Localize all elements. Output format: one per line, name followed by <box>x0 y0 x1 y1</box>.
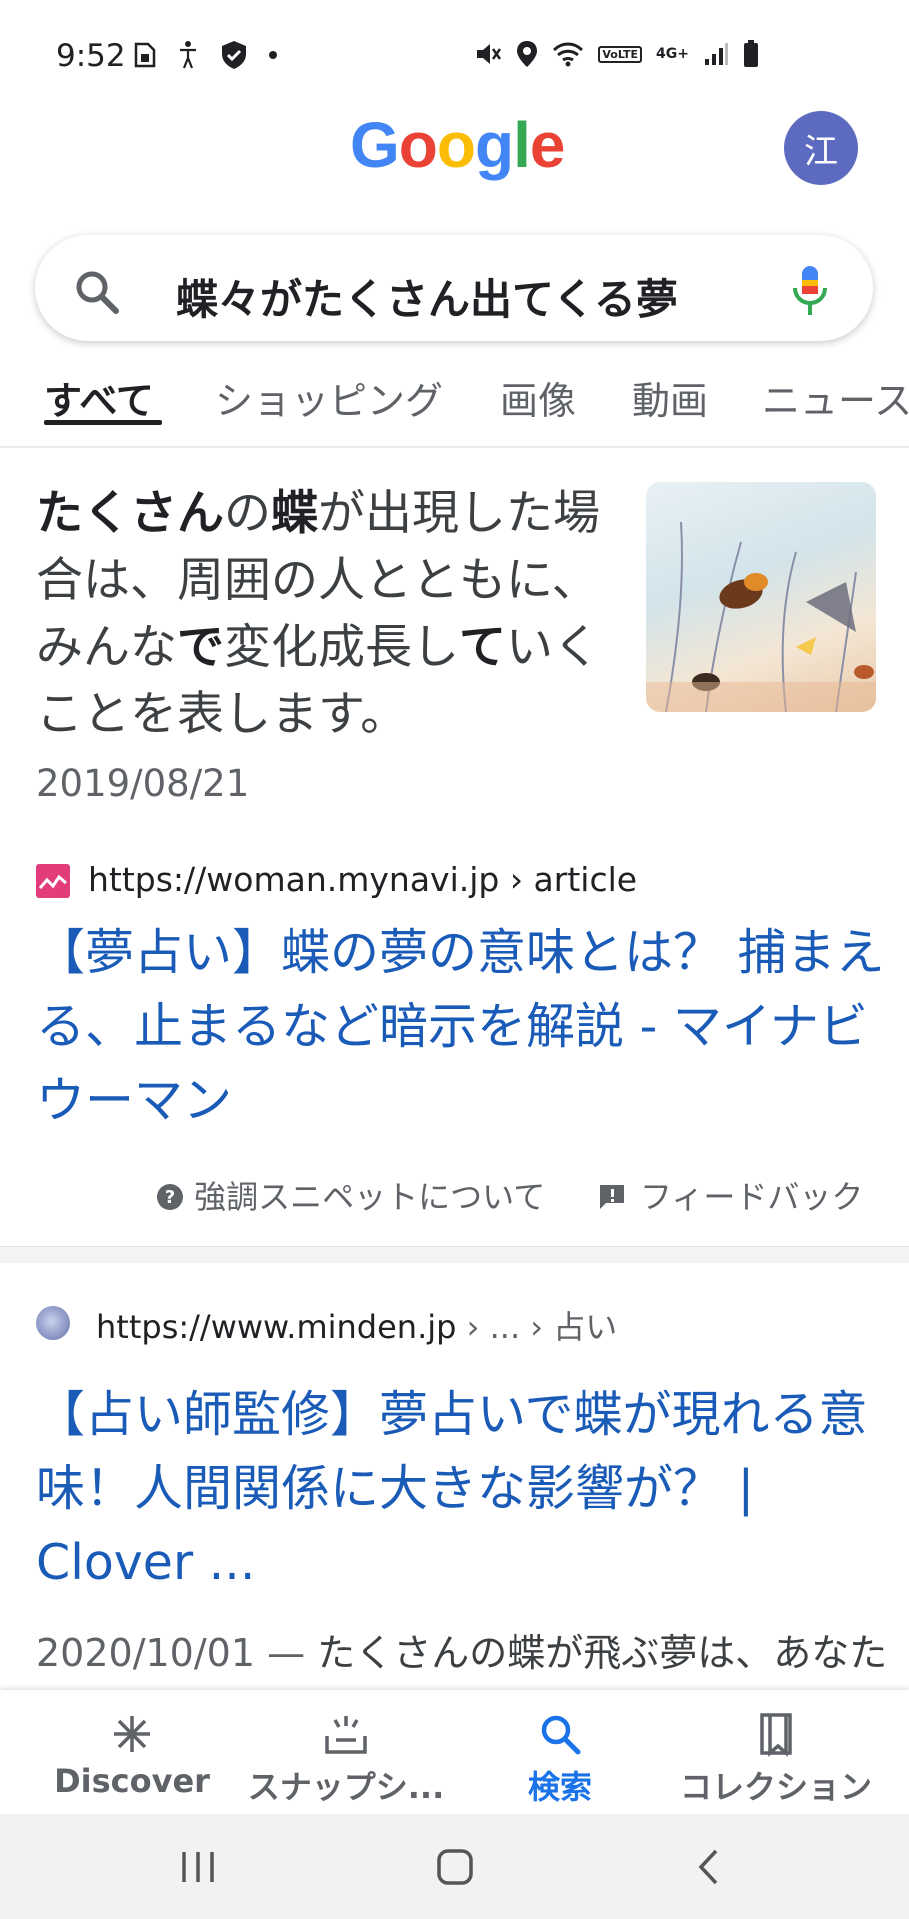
collections-icon <box>760 1713 792 1757</box>
result-dash: — <box>255 1631 318 1675</box>
result-domain: https://www.minden.jp <box>96 1308 457 1346</box>
mic-icon[interactable] <box>790 262 830 320</box>
nav-collections-label: コレクション <box>679 1768 872 1806</box>
results-separator <box>0 1246 909 1263</box>
result-date: 2020/10/01 <box>36 1631 256 1675</box>
result-breadcrumb: › ... › 占い <box>466 1308 618 1346</box>
minden-favicon <box>36 1306 70 1340</box>
asterisk-icon <box>114 1716 150 1752</box>
sim-card-icon <box>134 42 156 68</box>
result-path: › article <box>509 860 638 899</box>
result-snippet-text: たくさんの蝶が飛ぶ夢は、あなた <box>317 1631 888 1675</box>
signal-icon <box>705 43 728 65</box>
active-tab-indicator <box>44 420 162 425</box>
location-icon <box>517 41 538 67</box>
status-left-icons <box>134 40 278 70</box>
feedback-link[interactable]: フィードバック <box>598 1172 863 1218</box>
logo-letter: o <box>398 109 438 181</box>
4g-icon: 4G+ <box>656 46 689 62</box>
system-navigation-bar <box>0 1814 909 1919</box>
tab-all[interactable]: すべて <box>44 370 154 425</box>
result-title-link[interactable]: 【占い師監修】夢占いで蝶が現れる意味！人間関係に大きな影響が？ | Clover… <box>36 1378 886 1600</box>
nav-snapshot-label: スナップシ... <box>247 1768 445 1806</box>
recent-apps-icon[interactable] <box>180 1850 216 1884</box>
back-icon[interactable] <box>696 1848 722 1886</box>
wifi-icon <box>553 42 584 67</box>
status-bar: 9:52 VoLTE 4G+ <box>0 0 909 110</box>
search-tabs: すべて ショッピング 画像 動画 ニュース <box>0 370 909 450</box>
volte-icon: VoLTE <box>598 45 643 63</box>
search-icon[interactable] <box>72 267 122 317</box>
status-right-icons: VoLTE 4G+ <box>474 40 759 68</box>
logo-letter: G <box>350 109 400 181</box>
logo-letter: g <box>474 109 514 181</box>
nav-snapshot[interactable]: スナップシ... <box>246 1710 446 1808</box>
nav-discover[interactable]: Discover <box>32 1710 232 1800</box>
featured-snippet-text: たくさんの蝶が出現した場合は、周囲の人とともに、みんなで変化成長していくことを表… <box>36 486 600 742</box>
butterfly-image <box>646 521 876 712</box>
search-input[interactable]: 蝶々がたくさん出てくる夢 <box>176 266 678 327</box>
logo-letter: l <box>513 109 531 181</box>
battery-icon <box>744 40 758 67</box>
result-url[interactable]: https://woman.mynavi.jp › article <box>88 860 637 899</box>
logo-letter: e <box>529 109 566 181</box>
tab-news[interactable]: ニュース <box>762 370 909 425</box>
snippet-date: 2019/08/21 <box>36 762 250 805</box>
mynavi-favicon <box>36 864 70 898</box>
nav-search[interactable]: 検索 <box>460 1710 660 1808</box>
avatar-initial: 江 <box>804 131 838 172</box>
result-domain: https://woman.mynavi.jp <box>88 860 500 899</box>
search-icon <box>541 1715 581 1755</box>
tab-videos[interactable]: 動画 <box>632 370 708 425</box>
dot-icon <box>269 51 277 59</box>
bottom-navigation: Discover スナップシ... 検索 コレクション <box>0 1690 909 1814</box>
about-snippet-link[interactable]: ? 強調スニペットについて <box>156 1172 545 1218</box>
snapshot-icon <box>325 1716 367 1754</box>
result-title-link[interactable]: 【夢占い】蝶の夢の意味とは？ 捕まえる、止まるなど暗示を解説 - マイナビウーマ… <box>36 916 886 1138</box>
nav-collections[interactable]: コレクション <box>676 1710 876 1808</box>
status-time: 9:52 <box>56 38 126 74</box>
help-icon: ? <box>157 1184 183 1210</box>
logo-letter: o <box>436 109 476 181</box>
google-logo[interactable]: Google <box>350 108 566 182</box>
account-avatar[interactable]: 江 <box>784 111 858 185</box>
tabs-divider <box>0 446 909 448</box>
mute-icon <box>477 44 502 64</box>
svg-text:?: ? <box>165 1187 175 1208</box>
result-url[interactable]: https://www.minden.jp › ... › 占い <box>96 1302 617 1348</box>
tab-images[interactable]: 画像 <box>500 370 576 425</box>
home-icon[interactable] <box>436 1848 474 1886</box>
butterfly-thumbnail[interactable] <box>646 482 876 712</box>
nav-discover-label: Discover <box>54 1762 210 1800</box>
result-snippet: 2020/10/01 — たくさんの蝶が飛ぶ夢は、あなた <box>36 1622 896 1677</box>
feedback-label: フィードバック <box>640 1178 864 1216</box>
tab-shopping[interactable]: ショッピング <box>215 370 443 425</box>
nav-search-label: 検索 <box>527 1768 592 1806</box>
accessibility-icon <box>180 41 196 69</box>
feedback-icon <box>600 1185 624 1209</box>
shield-icon <box>222 41 246 69</box>
about-snippet-label: 強調スニペットについて <box>194 1178 546 1216</box>
